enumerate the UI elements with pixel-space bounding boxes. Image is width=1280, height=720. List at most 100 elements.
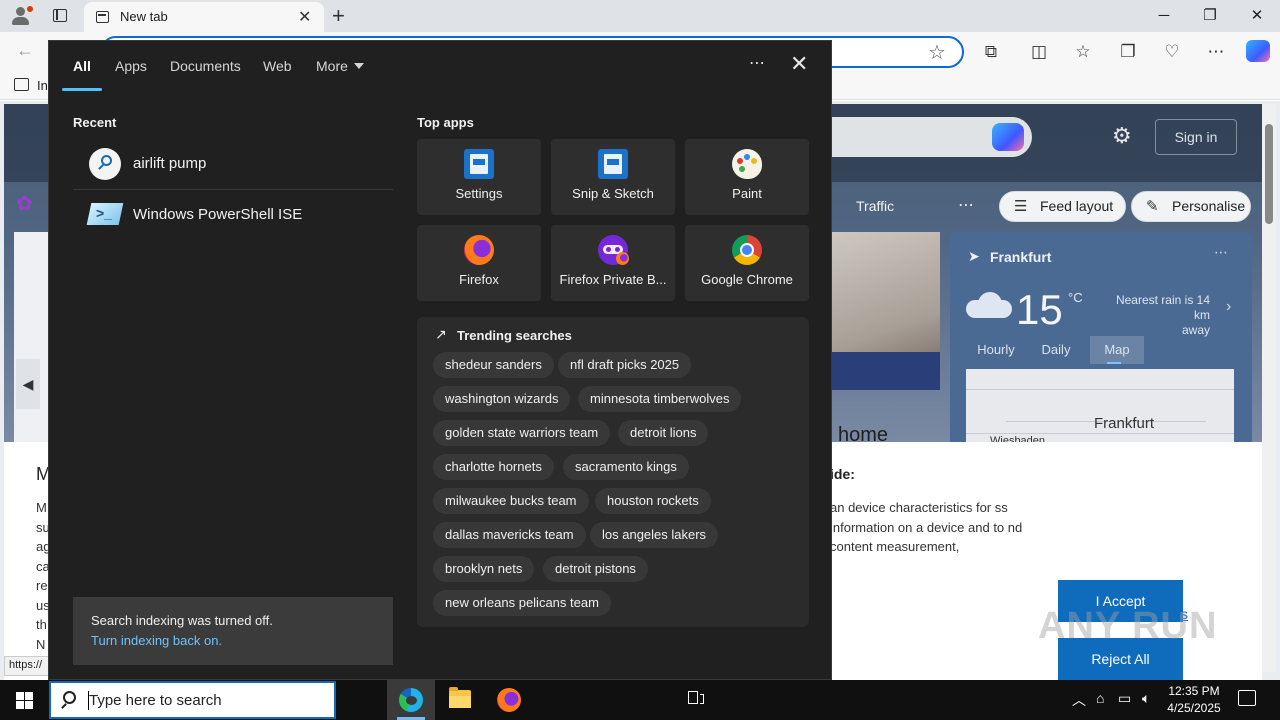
weather-tab-daily[interactable]: Daily	[1028, 336, 1084, 364]
search-tab-more[interactable]: More	[316, 58, 364, 74]
copilot-icon[interactable]	[1246, 40, 1270, 62]
more-nav-icon[interactable]: ⋯	[958, 195, 974, 215]
search-tab-apps[interactable]: Apps	[115, 58, 147, 74]
minimize-button[interactable]: ─	[1141, 4, 1187, 28]
weather-unit: °C	[1068, 290, 1083, 305]
start-button[interactable]	[0, 680, 48, 720]
collections-icon[interactable]: ❐	[1117, 41, 1139, 63]
trending-chip[interactable]: milwaukee bucks team	[433, 488, 589, 514]
trending-chip[interactable]: dallas mavericks team	[433, 522, 586, 548]
turn-indexing-on-link[interactable]: Turn indexing back on.	[91, 633, 222, 648]
windows-search-panel: All Apps Documents Web More ⋯ ✕ Recent a…	[48, 40, 832, 680]
close-icon[interactable]: ✕	[790, 51, 808, 77]
network-icon[interactable]: ▭	[1118, 690, 1131, 707]
copilot-icon[interactable]	[992, 123, 1024, 151]
recent-item[interactable]: >_ Windows PowerShell ISE	[73, 191, 393, 241]
search-tab-all[interactable]: All	[73, 58, 91, 74]
consent-heading: ide:	[830, 466, 855, 482]
search-icon	[89, 148, 121, 180]
trending-chip[interactable]: detroit lions	[618, 420, 709, 446]
recent-item-label: airlift pump	[133, 155, 207, 172]
trending-chip[interactable]: golden state warriors team	[433, 420, 611, 446]
trending-chip[interactable]: washington wizards	[433, 386, 571, 412]
taskbar-edge[interactable]	[387, 680, 435, 720]
weather-card[interactable]: ➤ Frankfurt ⋯ 15 °C Nearest rain is 14 k…	[950, 232, 1252, 447]
carousel-prev-button[interactable]: ◀	[16, 359, 40, 409]
new-tab-page-icon	[96, 11, 109, 23]
recent-item[interactable]: airlift pump	[73, 140, 393, 190]
tray-chevron-up-icon[interactable]: ︿	[1072, 690, 1086, 710]
app-tile-label: Firefox	[459, 272, 499, 287]
new-tab-icon[interactable]: +	[332, 3, 345, 29]
task-view-button[interactable]	[336, 680, 704, 720]
tab-actions-icon[interactable]	[53, 9, 67, 22]
trending-chip[interactable]: brooklyn nets	[433, 556, 535, 582]
trending-chip[interactable]: charlotte hornets	[433, 454, 554, 480]
location-arrow-icon: ➤	[968, 248, 980, 264]
weather-next-icon[interactable]: ›	[1226, 298, 1231, 316]
taskbar-file-explorer[interactable]	[436, 680, 484, 720]
weather-tab-map[interactable]: Map	[1090, 336, 1144, 364]
app-tile-firefox[interactable]: Firefox	[417, 225, 541, 301]
app-tile-label: Google Chrome	[701, 272, 793, 287]
trending-chip[interactable]: detroit pistons	[543, 556, 648, 582]
tab-close-icon[interactable]: ✕	[298, 7, 311, 27]
cloud-icon	[966, 292, 1012, 318]
sign-in-button[interactable]: Sign in	[1155, 119, 1237, 155]
split-screen-icon[interactable]: ◫	[1028, 41, 1050, 63]
search-options-icon[interactable]: ⋯	[749, 53, 766, 73]
trending-chip[interactable]: new orleans pelicans team	[433, 590, 611, 616]
edge-icon	[399, 688, 423, 712]
chevron-down-icon	[353, 63, 364, 69]
favorite-item-label[interactable]: In	[37, 78, 48, 93]
app-tile-snip-sketch[interactable]: Snip & Sketch	[551, 139, 675, 215]
settings-gear-icon[interactable]: ⚙	[1112, 123, 1132, 149]
profile-avatar-icon[interactable]	[10, 6, 33, 26]
nav-traffic[interactable]: Traffic	[856, 198, 894, 214]
system-clock[interactable]: 12:35 PM 4/25/2025	[1160, 683, 1228, 717]
extensions-icon[interactable]: ⧉	[980, 41, 1002, 63]
trending-chip[interactable]: houston rockets	[595, 488, 711, 514]
app-tile-chrome[interactable]: Google Chrome	[685, 225, 809, 301]
feed-layout-button[interactable]: ☰ Feed layout	[999, 191, 1126, 222]
volume-icon[interactable]: 🔈︎	[1142, 690, 1150, 707]
status-url: https://	[4, 656, 50, 676]
app-tile-paint[interactable]: Paint	[685, 139, 809, 215]
trending-chip[interactable]: shedeur sanders	[433, 352, 554, 378]
restore-button[interactable]: ❐	[1187, 4, 1233, 28]
weather-more-icon[interactable]: ⋯	[1214, 244, 1228, 261]
back-arrow-icon[interactable]: ←	[16, 40, 34, 61]
browser-tab[interactable]: New tab ✕	[84, 2, 324, 32]
notification-center-icon[interactable]	[1238, 690, 1256, 706]
personalise-icon: ✎	[1146, 198, 1159, 215]
settings-app-icon	[464, 149, 494, 179]
taskbar-search-box[interactable]: Type here to search	[49, 681, 336, 719]
news-card[interactable]	[14, 232, 48, 442]
weather-rain-info: Nearest rain is 14 km away	[1115, 293, 1210, 337]
weather-tab-hourly[interactable]: Hourly	[966, 336, 1026, 364]
favorites-icon[interactable]: ☆	[1072, 41, 1094, 63]
trending-chip[interactable]: minnesota timberwolves	[578, 386, 742, 412]
app-tile-firefox-private[interactable]: Firefox Private B...	[551, 225, 675, 301]
tray-device-icon[interactable]: ⌂	[1096, 690, 1104, 706]
favorite-star-icon[interactable]: ☆	[928, 40, 946, 65]
performance-icon[interactable]: ♡	[1161, 41, 1183, 63]
trending-chip[interactable]: nfl draft picks 2025	[558, 352, 692, 378]
search-tab-documents[interactable]: Documents	[170, 58, 241, 74]
personalise-button[interactable]: ✎ Personalise	[1131, 191, 1251, 222]
news-photo[interactable]	[830, 232, 940, 390]
trending-chip[interactable]: sacramento kings	[563, 454, 689, 480]
weather-map[interactable]: Frankfurt Wiesbaden	[966, 369, 1234, 447]
search-tab-web[interactable]: Web	[263, 58, 292, 74]
weather-city[interactable]: Frankfurt	[990, 249, 1051, 265]
trending-chip[interactable]: los angeles lakers	[590, 522, 719, 548]
page-scrollbar[interactable]	[1262, 104, 1276, 672]
taskbar-firefox[interactable]	[485, 680, 533, 720]
app-tile-settings[interactable]: Settings	[417, 139, 541, 215]
close-window-button[interactable]: ✕	[1234, 4, 1280, 28]
more-menu-icon[interactable]: ⋯	[1205, 41, 1227, 63]
taskbar: Type here to search ︿ ⌂ ▭ 🔈︎ 12:35 PM 4/…	[0, 680, 1280, 720]
favorite-item-icon[interactable]	[14, 78, 29, 91]
powershell-icon: >_	[86, 201, 124, 227]
consent-text: an device characteristics for ss informa…	[830, 500, 1023, 554]
